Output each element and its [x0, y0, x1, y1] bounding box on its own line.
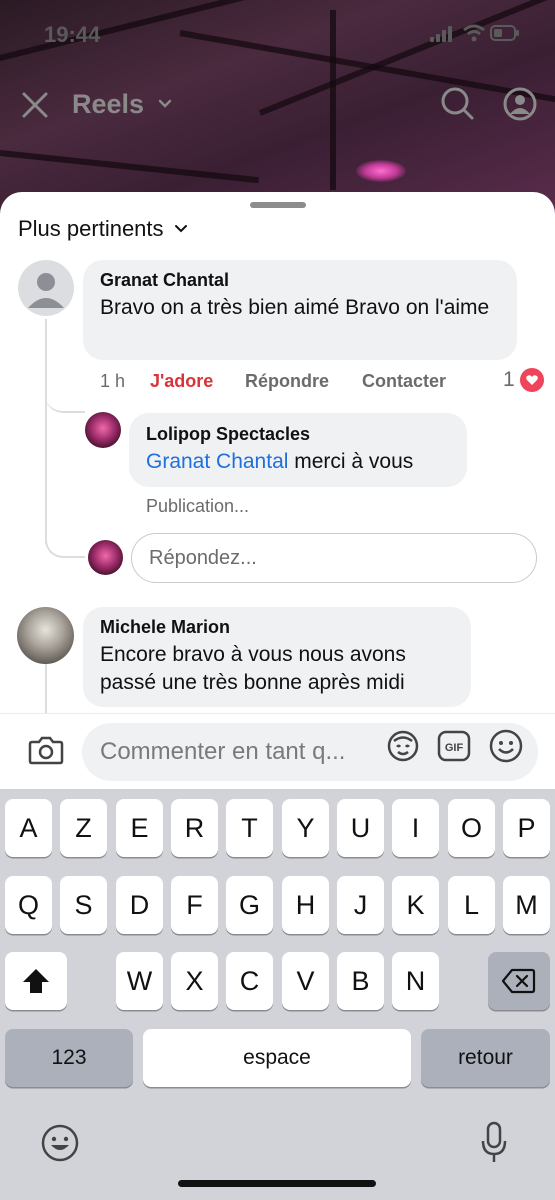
- key-u[interactable]: U: [337, 799, 384, 857]
- key-q[interactable]: Q: [5, 876, 52, 934]
- key-f[interactable]: F: [171, 876, 218, 934]
- love-reaction-button[interactable]: J'adore: [150, 371, 213, 392]
- avatar[interactable]: [18, 260, 74, 316]
- comment-text: Encore bravo à vous nous avons passé une…: [100, 643, 406, 694]
- reply-placeholder: Répondez...: [149, 546, 257, 569]
- space-key[interactable]: espace: [143, 1029, 411, 1087]
- avatar[interactable]: [17, 607, 74, 664]
- stage-light: [356, 160, 406, 182]
- key-a[interactable]: A: [5, 799, 52, 857]
- key-x[interactable]: X: [171, 952, 218, 1010]
- microphone-icon[interactable]: [480, 1121, 508, 1165]
- key-l[interactable]: L: [448, 876, 495, 934]
- gif-icon[interactable]: GIF: [437, 728, 471, 764]
- key-v[interactable]: V: [282, 952, 329, 1010]
- status-time: 19:44: [44, 22, 101, 47]
- key-r[interactable]: R: [171, 799, 218, 857]
- return-key[interactable]: retour: [421, 1029, 550, 1087]
- key-i[interactable]: I: [392, 799, 439, 857]
- backspace-icon: [502, 968, 536, 994]
- search-icon[interactable]: [440, 86, 476, 122]
- sheet-grabber[interactable]: [250, 202, 306, 208]
- top-navigation: Reels: [0, 80, 555, 130]
- key-k[interactable]: K: [392, 876, 439, 934]
- key-y[interactable]: Y: [282, 799, 329, 857]
- thread-curve: [45, 522, 85, 558]
- default-user-icon: [28, 273, 64, 308]
- mention-link[interactable]: Granat Chantal: [146, 450, 288, 473]
- comment-author[interactable]: Granat Chantal: [100, 270, 500, 291]
- avatar[interactable]: [85, 412, 121, 448]
- reply-author[interactable]: Lolipop Spectacles: [146, 424, 450, 445]
- comment-bubble[interactable]: Granat Chantal Bravo on a très bien aimé…: [83, 260, 517, 360]
- key-c[interactable]: C: [226, 952, 273, 1010]
- emoji-icon[interactable]: [488, 728, 524, 764]
- key-n[interactable]: N: [392, 952, 439, 1010]
- camera-icon[interactable]: [28, 734, 64, 766]
- keyboard: A Z E R T Y U I O P Q S D F G H J K L M …: [0, 789, 555, 1200]
- comment-text: Bravo on a très bien aimé Bravo on l'aim…: [100, 296, 490, 319]
- key-s[interactable]: S: [60, 876, 107, 934]
- reply-bubble[interactable]: Lolipop Spectacles Granat Chantal merci …: [129, 413, 467, 487]
- reply-button[interactable]: Répondre: [245, 371, 329, 392]
- chevron-down-icon: [174, 225, 187, 233]
- numbers-key[interactable]: 123: [5, 1029, 133, 1087]
- close-icon[interactable]: [20, 90, 50, 120]
- shift-key[interactable]: [5, 952, 67, 1010]
- comment-bubble[interactable]: Michele Marion Encore bravo à vous nous …: [83, 607, 471, 707]
- heart-reaction-icon: [520, 368, 544, 392]
- key-p[interactable]: P: [503, 799, 550, 857]
- key-b[interactable]: B: [337, 952, 384, 1010]
- key-m[interactable]: M: [503, 876, 550, 934]
- sort-label: Plus pertinents: [18, 216, 164, 241]
- sort-dropdown[interactable]: Plus pertinents: [18, 216, 188, 242]
- thread-line: [45, 319, 47, 544]
- shift-icon: [23, 969, 49, 993]
- avatar: [88, 540, 123, 575]
- delete-key[interactable]: [488, 952, 550, 1010]
- key-g[interactable]: G: [226, 876, 273, 934]
- key-h[interactable]: H: [282, 876, 329, 934]
- avatar-sticker-icon[interactable]: [385, 728, 421, 764]
- comment-placeholder: Commenter en tant q...: [100, 738, 346, 765]
- status-bar: 19:44: [0, 0, 555, 70]
- emoji-keyboard-icon[interactable]: [40, 1123, 80, 1163]
- svg-text:GIF: GIF: [445, 742, 464, 754]
- reply-input[interactable]: Répondez...: [131, 533, 537, 583]
- comment-composer: Commenter en tant q... GIF: [0, 713, 555, 789]
- wifi-icon: [463, 24, 485, 42]
- key-e[interactable]: E: [116, 799, 163, 857]
- reply-meta: Publication...: [146, 496, 250, 516]
- comment-author[interactable]: Michele Marion: [100, 617, 454, 638]
- key-j[interactable]: J: [337, 876, 384, 934]
- profile-icon[interactable]: [502, 86, 538, 122]
- key-w[interactable]: W: [116, 952, 163, 1010]
- key-z[interactable]: Z: [60, 799, 107, 857]
- chevron-down-icon[interactable]: [157, 98, 173, 110]
- reaction-count: 1: [503, 368, 515, 391]
- battery-icon: [490, 25, 519, 41]
- comments-sheet: Plus pertinents Granat Chantal Bravo on …: [0, 192, 555, 792]
- signal-icon: [430, 26, 452, 42]
- thread-curve: [45, 377, 85, 413]
- key-t[interactable]: T: [226, 799, 273, 857]
- reply-text: merci à vous: [288, 450, 414, 473]
- key-o[interactable]: O: [448, 799, 495, 857]
- key-d[interactable]: D: [116, 876, 163, 934]
- reels-title[interactable]: Reels: [72, 89, 144, 120]
- contact-button[interactable]: Contacter: [362, 371, 446, 392]
- comment-time: 1 h: [100, 371, 126, 391]
- home-indicator[interactable]: [178, 1180, 376, 1187]
